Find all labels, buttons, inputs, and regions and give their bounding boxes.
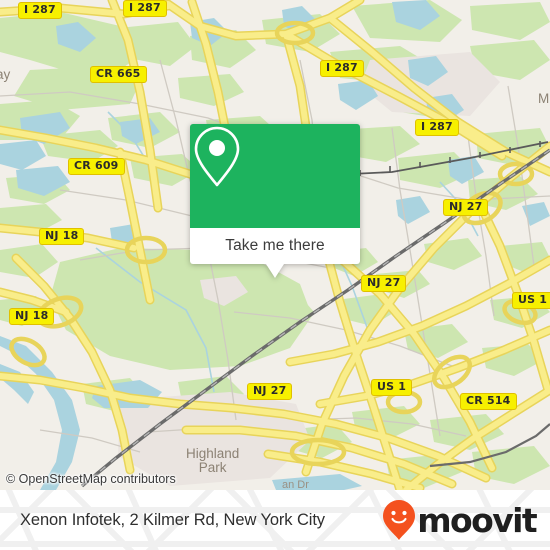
take-me-there-label: Take me there xyxy=(225,237,325,254)
place-label-partial-left: ay xyxy=(0,67,11,82)
shield-nj-27-b: NJ 27 xyxy=(361,275,407,292)
place-label-partial-right: M xyxy=(538,91,550,106)
shield-i-287-d: I 287 xyxy=(415,119,459,136)
callout-pointer-tail xyxy=(266,264,284,278)
shield-us-1-a: US 1 xyxy=(512,292,550,309)
moovit-map-page: I 287 I 287 I 287 I 287 CR 665 CR 609 NJ… xyxy=(0,0,550,550)
shield-nj-27-a: NJ 27 xyxy=(443,199,489,216)
address-text: Xenon Infotek, 2 Kilmer Rd, New York Cit… xyxy=(20,510,325,529)
location-callout-card[interactable]: Take me there xyxy=(190,124,360,278)
shield-i-287-c: I 287 xyxy=(320,60,364,77)
shield-nj-18-b: NJ 18 xyxy=(9,308,55,325)
moovit-wordmark: moovit xyxy=(417,500,537,540)
moovit-smiley-pin-icon xyxy=(383,500,416,540)
shield-cr-514: CR 514 xyxy=(460,393,517,410)
footer-bar: Xenon Infotek, 2 Kilmer Rd, New York Cit… xyxy=(0,490,550,550)
map-pin-icon xyxy=(194,126,240,187)
shield-nj-27-c: NJ 27 xyxy=(247,383,293,400)
shield-nj-18-a: NJ 18 xyxy=(39,228,85,245)
shield-cr-665: CR 665 xyxy=(90,66,147,83)
place-label-street: an Dr xyxy=(282,479,309,490)
shield-us-1-b: US 1 xyxy=(371,379,413,396)
shield-i-287-b: I 287 xyxy=(123,0,167,17)
map-canvas[interactable]: I 287 I 287 I 287 I 287 CR 665 CR 609 NJ… xyxy=(0,0,550,490)
osm-attribution[interactable]: © OpenStreetMap contributors xyxy=(6,472,176,486)
moovit-logo[interactable]: moovit xyxy=(382,499,538,541)
shield-cr-609: CR 609 xyxy=(68,158,125,175)
footer-content: Xenon Infotek, 2 Kilmer Rd, New York Cit… xyxy=(0,490,550,550)
callout-image-area xyxy=(190,124,360,228)
place-label-highland-park: Highland Park xyxy=(186,446,240,475)
shield-i-287-a: I 287 xyxy=(18,2,62,19)
take-me-there-button[interactable]: Take me there xyxy=(190,228,360,264)
